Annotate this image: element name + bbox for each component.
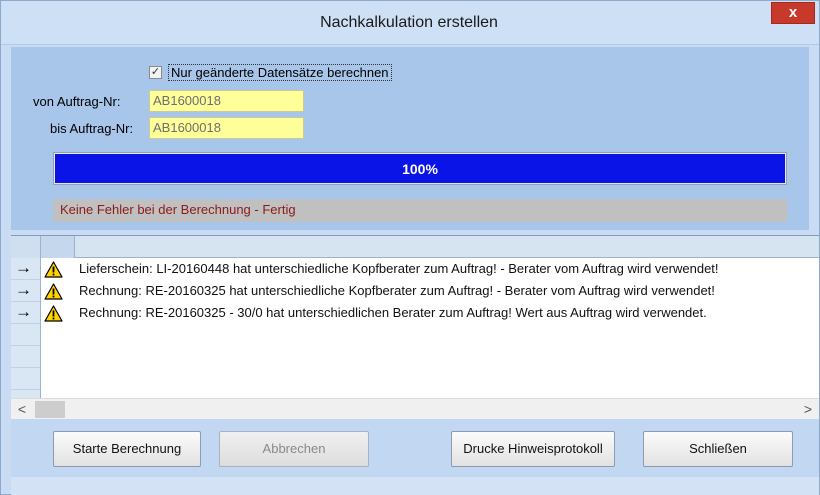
- from-order-field[interactable]: AB1600018: [149, 90, 304, 112]
- row-header-empty: [11, 346, 40, 368]
- row-pointer-arrow-icon: →: [15, 302, 32, 321]
- message-text: Rechnung: RE-20160325 hat unterschiedlic…: [79, 283, 715, 298]
- table-row[interactable]: Rechnung: RE-20160325 hat unterschiedlic…: [41, 280, 819, 302]
- row-header-empty: [11, 368, 40, 390]
- print-protocol-button[interactable]: Drucke Hinweisprotokoll: [451, 431, 615, 467]
- warning-icon: [44, 305, 63, 322]
- window-title: Nachkalkulation erstellen: [320, 14, 498, 31]
- message-grid: → → → Lieferschein: LI-20160448 hat unte…: [11, 235, 819, 420]
- progress-text: 100%: [402, 161, 438, 177]
- scroll-right-button[interactable]: >: [797, 399, 819, 421]
- grid-icon-column-header[interactable]: [41, 236, 75, 258]
- scroll-left-button[interactable]: <: [11, 399, 33, 421]
- grid-row-headers: → → →: [11, 258, 41, 398]
- warning-icon: [44, 261, 63, 278]
- scroll-thumb[interactable]: [35, 401, 65, 418]
- message-text: Lieferschein: LI-20160448 hat unterschie…: [79, 261, 719, 276]
- status-message: Keine Fehler bei der Berechnung - Fertig: [53, 199, 787, 222]
- row-header[interactable]: →: [11, 302, 40, 324]
- to-order-label: bis Auftrag-Nr:: [50, 121, 134, 136]
- close-window-button[interactable]: x: [771, 2, 815, 24]
- only-changed-checkbox[interactable]: ✓: [149, 66, 162, 79]
- table-row[interactable]: Rechnung: RE-20160325 - 30/0 hat untersc…: [41, 302, 819, 324]
- row-header[interactable]: →: [11, 258, 40, 280]
- row-pointer-arrow-icon: →: [15, 280, 32, 299]
- row-header-empty: [11, 324, 40, 346]
- message-text: Rechnung: RE-20160325 - 30/0 hat untersc…: [79, 305, 707, 320]
- horizontal-scrollbar[interactable]: < >: [11, 398, 819, 420]
- warning-icon: [44, 283, 63, 300]
- settings-panel: ✓ Nur geänderte Datensätze berechnen von…: [11, 47, 809, 230]
- cancel-button[interactable]: Abbrechen: [219, 431, 369, 467]
- table-row[interactable]: Lieferschein: LI-20160448 hat unterschie…: [41, 258, 819, 280]
- grid-header: [11, 236, 819, 258]
- row-header[interactable]: →: [11, 280, 40, 302]
- progress-bar: 100%: [53, 152, 787, 185]
- close-button[interactable]: Schließen: [643, 431, 793, 467]
- grid-corner-header[interactable]: [11, 236, 41, 258]
- dialog-window: Nachkalkulation erstellen x ✓ Nur geände…: [0, 0, 820, 495]
- dialog-bottom-edge: [11, 477, 819, 495]
- only-changed-checkbox-label[interactable]: Nur geänderte Datensätze berechnen: [168, 64, 392, 81]
- row-pointer-arrow-icon: →: [15, 258, 32, 277]
- title-bar[interactable]: Nachkalkulation erstellen x: [1, 1, 819, 45]
- button-bar: Starte Berechnung Abbrechen Drucke Hinwe…: [11, 419, 819, 477]
- to-order-field[interactable]: AB1600018: [149, 117, 304, 139]
- start-calculation-button[interactable]: Starte Berechnung: [53, 431, 201, 467]
- from-order-label: von Auftrag-Nr:: [33, 94, 121, 109]
